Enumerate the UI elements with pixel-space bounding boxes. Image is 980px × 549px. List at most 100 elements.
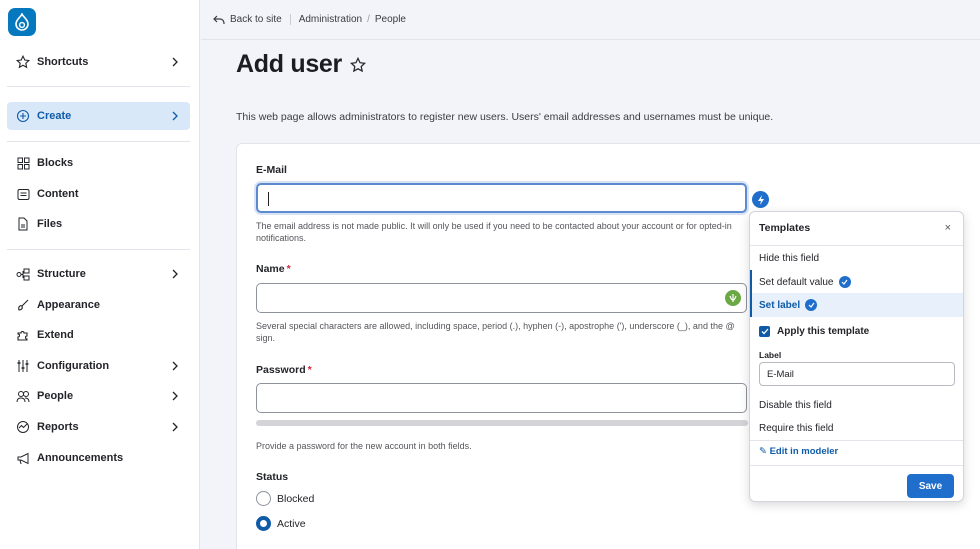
sidebar-item-label: Shortcuts [37, 56, 89, 68]
password-field[interactable] [256, 383, 747, 413]
template-item-label: Hide this field [759, 252, 820, 264]
check-badge-icon [805, 299, 818, 311]
checkbox-checked-icon[interactable] [759, 325, 770, 337]
structure-icon [15, 266, 31, 282]
sidebar-item-announcements[interactable]: Announcements [7, 444, 190, 472]
breadcrumb: Administration / People [291, 14, 406, 25]
brush-icon [15, 297, 31, 313]
sidebar-item-label: Configuration [37, 360, 110, 372]
template-hide-field[interactable]: Hide this field [750, 246, 963, 270]
sidebar-item-extend[interactable]: Extend [7, 321, 190, 349]
sidebar-item-label: Appearance [37, 299, 100, 311]
back-to-site-link[interactable]: Back to site [213, 14, 291, 25]
close-icon[interactable]: × [945, 222, 951, 234]
apply-template-checkbox[interactable]: Apply this template [750, 319, 963, 343]
label-field-heading: Label [759, 350, 782, 360]
required-mark: * [286, 263, 291, 275]
edit-in-modeler-link[interactable]: ✎ Edit in modeler [759, 446, 838, 457]
sidebar-item-label: Reports [37, 421, 79, 433]
breadcrumb-separator: / [367, 14, 370, 25]
template-item-label: Require this field [759, 422, 834, 434]
page-description: This web page allows administrators to r… [236, 111, 774, 123]
password-manager-icon[interactable] [725, 290, 741, 306]
sidebar-item-label: Announcements [37, 452, 124, 464]
page-title-text: Add user [236, 50, 342, 78]
text-caret [268, 192, 269, 206]
template-set-default-value[interactable]: Set default value [750, 270, 963, 294]
email-help-text: The email address is not made public. It… [256, 221, 732, 243]
sidebar-item-appearance[interactable]: Appearance [7, 291, 190, 319]
name-field[interactable] [256, 283, 747, 313]
save-button[interactable]: Save [907, 474, 954, 498]
template-require-field[interactable]: Require this field [750, 416, 963, 440]
status-label: Status [256, 471, 289, 483]
reports-icon [15, 419, 31, 435]
blocks-icon [15, 155, 31, 171]
breadcrumb-administration[interactable]: Administration [299, 14, 362, 25]
star-icon [15, 54, 31, 70]
password-label: Password * [256, 364, 312, 376]
email-label: E-Mail [256, 164, 287, 176]
back-arrow-icon [213, 15, 225, 24]
template-set-label[interactable]: Set label [750, 293, 963, 317]
popup-divider [750, 465, 963, 466]
label-input[interactable]: E-Mail [759, 362, 955, 386]
radio-button-selected[interactable] [256, 516, 271, 531]
chevron-right-icon [172, 422, 178, 432]
template-disable-field[interactable]: Disable this field [750, 393, 963, 417]
sidebar-item-label: Structure [37, 268, 86, 280]
sidebar-item-configuration[interactable]: Configuration [7, 352, 190, 380]
name-label-text: Name [256, 263, 285, 275]
template-item-label: Set label [759, 299, 801, 311]
sidebar-item-content[interactable]: Content [7, 180, 190, 208]
sidebar: Shortcuts Create Blocks Content Files St… [0, 0, 200, 549]
password-help-text: Provide a password for the new account i… [256, 441, 472, 451]
sidebar-item-label: Blocks [37, 157, 74, 169]
plus-circle-icon [15, 108, 31, 124]
check-badge-icon [838, 276, 851, 288]
people-icon [15, 388, 31, 404]
required-mark: * [307, 364, 312, 376]
chevron-right-icon [172, 57, 178, 67]
breadcrumb-people[interactable]: People [375, 14, 406, 25]
sidebar-item-label: People [37, 390, 74, 402]
radio-label: Active [277, 517, 306, 530]
popup-divider [750, 440, 963, 441]
templates-bolt-icon[interactable] [752, 191, 769, 208]
sidebar-item-blocks[interactable]: Blocks [7, 149, 190, 177]
sidebar-item-files[interactable]: Files [7, 210, 190, 238]
drupal-logo-icon[interactable] [8, 8, 36, 36]
sidebar-divider [7, 86, 190, 87]
file-icon [15, 216, 31, 232]
template-item-label: Disable this field [759, 399, 832, 411]
sidebar-item-create[interactable]: Create [7, 102, 190, 130]
email-field[interactable] [256, 183, 747, 213]
page-title: Add user [236, 50, 366, 79]
name-label: Name * [256, 263, 291, 275]
sidebar-item-structure[interactable]: Structure [7, 260, 190, 288]
chevron-right-icon [172, 391, 178, 401]
sidebar-divider [7, 141, 190, 142]
password-strength-bar [256, 420, 748, 426]
favorite-star-icon[interactable] [349, 56, 366, 73]
status-radio-blocked[interactable]: Blocked [256, 491, 314, 506]
radio-label: Blocked [277, 492, 315, 505]
sidebar-item-shortcuts[interactable]: Shortcuts [7, 48, 190, 76]
puzzle-icon [15, 327, 31, 343]
sidebar-divider [7, 249, 190, 250]
radio-button[interactable] [256, 491, 271, 506]
sidebar-item-label: Content [37, 188, 79, 200]
content-icon [15, 186, 31, 202]
sidebar-item-label: Files [37, 218, 63, 230]
password-label-text: Password [256, 364, 306, 376]
sidebar-item-people[interactable]: People [7, 382, 190, 410]
sidebar-item-label: Extend [37, 329, 74, 341]
sidebar-item-reports[interactable]: Reports [7, 413, 190, 441]
sliders-icon [15, 358, 31, 374]
back-to-site-label: Back to site [230, 14, 282, 25]
status-radio-active[interactable]: Active [256, 516, 306, 531]
sidebar-item-label: Create [37, 110, 72, 122]
chevron-right-icon [172, 269, 178, 279]
topbar: Back to site Administration / People [201, 0, 980, 40]
template-item-label: Apply this template [777, 325, 870, 337]
